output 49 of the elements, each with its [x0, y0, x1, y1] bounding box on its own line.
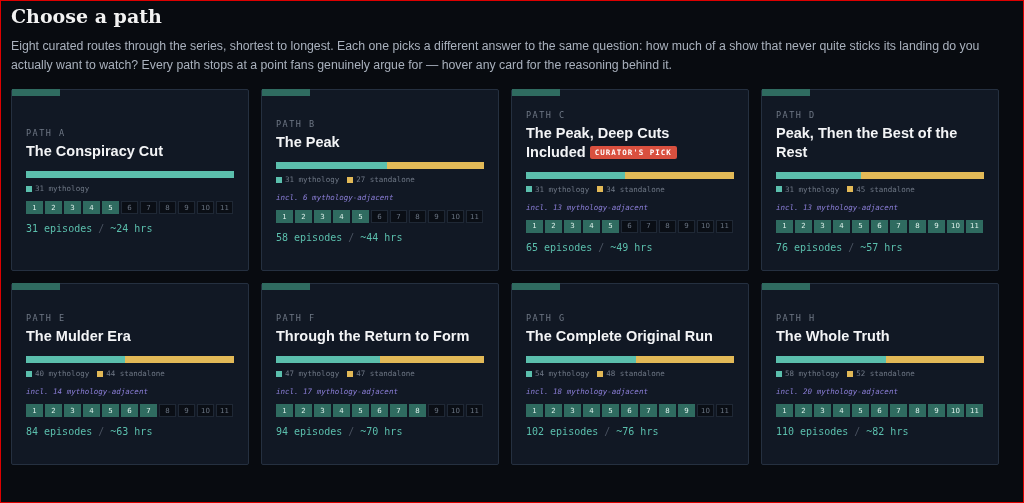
path-title: Peak, Then the Best of the Rest [776, 124, 958, 160]
separator: / [598, 241, 605, 253]
hours-estimate: ~70 hrs [360, 426, 403, 437]
episode-count: 58 episodes [276, 232, 343, 243]
path-label: PATH G [526, 313, 567, 323]
path-title: The Complete Original Run [526, 328, 713, 344]
episode-count: 31 episodes [26, 223, 93, 234]
path-title: Through the Return to Form [276, 328, 470, 344]
separator: / [98, 426, 105, 437]
card-accent [512, 89, 560, 96]
separator: / [854, 426, 861, 437]
episode-count: 65 episodes [526, 241, 593, 253]
path-label: PATH B [276, 119, 317, 129]
episode-count: 76 episodes [776, 241, 843, 253]
hours-estimate: ~24 hrs [110, 223, 153, 234]
path-title: The Mulder Era [26, 328, 131, 344]
page-heading: Choose a path [11, 5, 163, 27]
hours-estimate: ~76 hrs [616, 426, 659, 437]
hours-estimate: ~57 hrs [860, 241, 903, 253]
path-label: PATH D [776, 109, 817, 120]
separator: / [98, 223, 105, 234]
separator: / [604, 426, 611, 437]
path-label: PATH A [26, 128, 67, 138]
hours-estimate: ~82 hrs [866, 426, 909, 437]
hours-estimate: ~44 hrs [360, 232, 403, 243]
card-accent [262, 89, 310, 96]
path-label: PATH C [526, 109, 567, 120]
path-title: The Conspiracy Cut [26, 143, 163, 159]
separator: / [348, 426, 355, 437]
card-accent [12, 283, 60, 290]
path-label: PATH E [26, 313, 67, 323]
episode-count: 102 episodes [526, 426, 599, 437]
path-label: PATH F [276, 313, 317, 323]
episode-count: 110 episodes [776, 426, 849, 437]
hours-estimate: ~49 hrs [610, 241, 653, 253]
separator: / [348, 232, 355, 243]
hours-estimate: ~63 hrs [110, 426, 153, 437]
path-label: PATH H [776, 313, 817, 323]
path-title: The Whole Truth [776, 328, 890, 344]
card-accent [762, 283, 810, 290]
card-accent [512, 283, 560, 290]
card-accent [762, 89, 810, 96]
episode-count: 94 episodes [276, 426, 343, 437]
separator: / [848, 241, 855, 253]
card-accent [12, 89, 60, 96]
path-title: The Peak [276, 134, 340, 150]
card-accent [262, 283, 310, 290]
episode-count: 84 episodes [26, 426, 93, 437]
intro-paragraph: Eight curated routes through the series, shortest to longest. Each one picks a different answer to the same question: how much of a show that never quite sticks its landing do you actually want to watch? Every path stops at a point fans genuinely argue for — hover any card for the reasoning behind it. [11, 38, 981, 74]
